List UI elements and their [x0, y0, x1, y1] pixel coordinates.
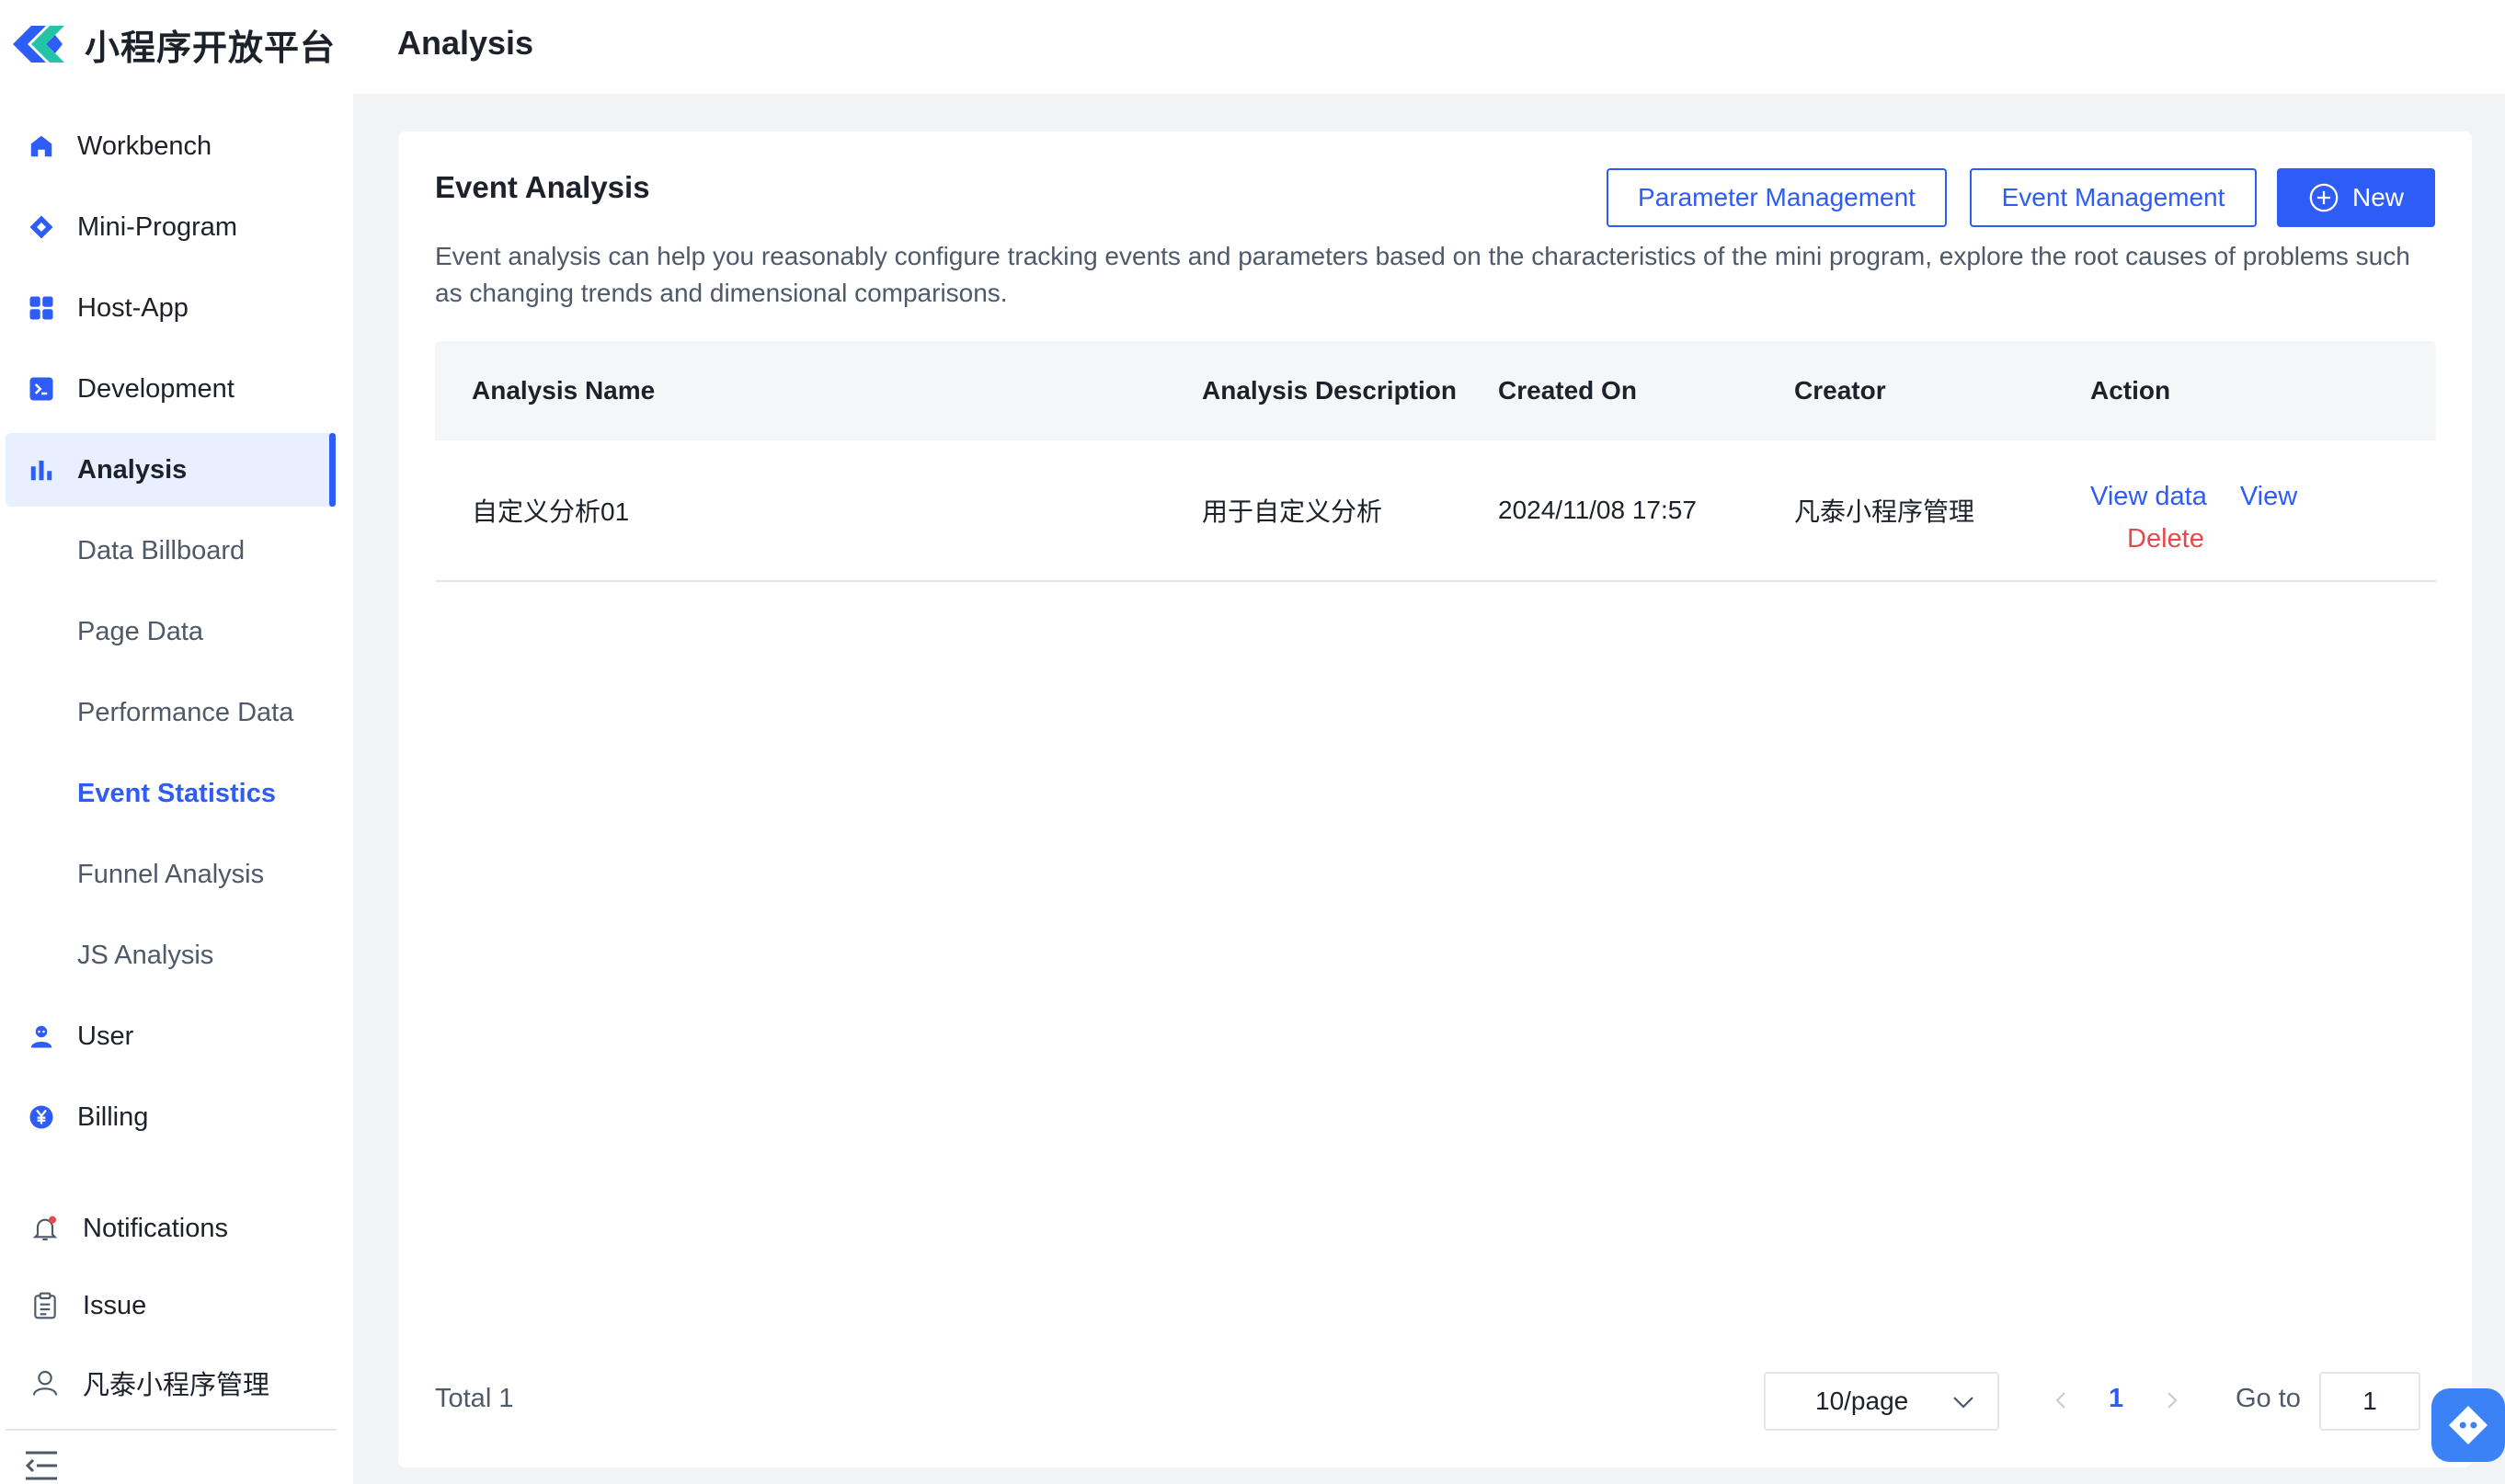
page-number-current[interactable]: 1: [2109, 1384, 2123, 1414]
sidebar-item-account[interactable]: 凡泰小程序管理: [6, 1345, 335, 1421]
sidebar-item-label: 凡泰小程序管理: [83, 1371, 270, 1400]
sidebar-subitem-label: Performance Data: [77, 697, 294, 727]
sidebar-subitem-label: Page Data: [77, 616, 204, 646]
sidebar-item-issue[interactable]: Issue: [6, 1268, 335, 1343]
sidebar-item-label: Development: [77, 373, 234, 404]
delete-link[interactable]: Delete: [2090, 518, 2366, 560]
column-header-description: Analysis Description: [1202, 376, 1457, 405]
sidebar-item-host-app[interactable]: Host-App: [6, 271, 335, 345]
diamond-icon: [26, 211, 57, 243]
sidebar-item-label: Analysis: [77, 454, 188, 485]
sidebar-subitem-label: Funnel Analysis: [77, 859, 265, 889]
sidebar-subitem-performance-data[interactable]: Performance Data: [6, 676, 335, 749]
card-description: Event analysis can help you reasonably c…: [435, 242, 2410, 307]
prev-page-icon[interactable]: [2047, 1384, 2075, 1417]
column-header-created-on: Created On: [1498, 376, 1637, 405]
table-row: 自定义分析01 用于自定义分析 2024/11/08 17:57 凡泰小程序管理…: [435, 440, 2436, 582]
bell-icon: [29, 1213, 61, 1244]
sidebar-item-label: Mini-Program: [77, 211, 238, 242]
chevron-down-icon: [1953, 1397, 1973, 1409]
yen-icon: [26, 1102, 57, 1133]
grid-icon: [26, 292, 57, 324]
sidebar-item-label: Notifications: [83, 1213, 228, 1243]
cell-actions: View data View Delete: [2090, 475, 2366, 560]
sidebar-item-mini-program[interactable]: Mini-Program: [6, 190, 335, 264]
goto-label: Go to: [2236, 1384, 2301, 1413]
page-title: Analysis: [397, 24, 534, 62]
sidebar-bottom: Notifications Issue 凡泰小程序管理: [0, 1189, 353, 1421]
parameter-management-button[interactable]: Parameter Management: [1607, 168, 1947, 227]
new-button[interactable]: New: [2277, 168, 2435, 227]
sidebar-subitem-label: Event Statistics: [77, 778, 276, 808]
page-size-select[interactable]: 10/page: [1764, 1372, 1999, 1431]
sidebar-subitem-data-billboard[interactable]: Data Billboard: [6, 514, 335, 588]
view-data-link[interactable]: View data: [2090, 482, 2207, 511]
cell-creator: 凡泰小程序管理: [1794, 497, 1975, 526]
topbar: Analysis: [353, 0, 2505, 94]
event-analysis-card: Event Analysis Parameter Management Even…: [398, 131, 2472, 1467]
sidebar-item-label: Host-App: [77, 292, 189, 323]
sidebar-item-development[interactable]: Development: [6, 352, 335, 426]
bar-chart-icon: [26, 454, 57, 485]
sidebar-item-user[interactable]: User: [6, 999, 335, 1073]
sidebar-divider: [6, 1429, 337, 1431]
sidebar-nav: Workbench Mini-Program Host-App Developm…: [0, 102, 353, 1154]
event-management-button[interactable]: Event Management: [1970, 168, 2257, 227]
logo-icon: [13, 26, 64, 63]
logo-text: 小程序开放平台: [85, 29, 337, 68]
sidebar-subitem-js-analysis[interactable]: JS Analysis: [6, 919, 335, 992]
goto-page-input[interactable]: [2319, 1372, 2420, 1431]
sidebar-item-label: Workbench: [77, 131, 212, 161]
plus-circle-icon: [2309, 183, 2339, 212]
cell-created-on: 2024/11/08 17:57: [1498, 496, 1697, 524]
collapse-menu-icon[interactable]: [24, 1449, 59, 1482]
analysis-table: Analysis Name Analysis Description Creat…: [435, 341, 2436, 582]
chat-bot-icon: [2449, 1406, 2488, 1444]
home-icon: [26, 131, 57, 162]
sidebar-subitem-event-statistics[interactable]: Event Statistics: [6, 757, 335, 830]
view-link[interactable]: View: [2240, 482, 2297, 511]
new-button-label: New: [2351, 183, 2404, 211]
pagination-total: Total 1: [435, 1384, 514, 1413]
cell-analysis-description: 用于自定义分析: [1202, 497, 1383, 526]
assistant-chat-button[interactable]: [2431, 1388, 2505, 1462]
column-header-name: Analysis Name: [472, 376, 656, 405]
app-root: 小程序开放平台 Workbench Mini-Program Host-App: [0, 0, 2505, 1484]
card-title: Event Analysis: [435, 170, 650, 204]
sidebar-item-notifications[interactable]: Notifications: [6, 1191, 335, 1266]
column-header-creator: Creator: [1794, 376, 1886, 405]
clipboard-icon: [29, 1290, 61, 1321]
user-icon: [26, 1021, 57, 1052]
sidebar-item-label: Billing: [77, 1102, 149, 1132]
sidebar-subitem-label: JS Analysis: [77, 940, 214, 970]
sidebar-subitem-page-data[interactable]: Page Data: [6, 595, 335, 668]
logo[interactable]: 小程序开放平台: [9, 17, 336, 72]
next-page-icon[interactable]: [2158, 1384, 2186, 1417]
sidebar-item-label: User: [77, 1021, 134, 1051]
cell-analysis-name: 自定义分析01: [472, 497, 630, 526]
sidebar-item-analysis[interactable]: Analysis: [6, 433, 336, 507]
column-header-action: Action: [2090, 376, 2171, 405]
sidebar-item-workbench[interactable]: Workbench: [6, 109, 335, 183]
user-outline-icon: [29, 1367, 61, 1398]
terminal-icon: [26, 373, 57, 405]
sidebar-subitem-label: Data Billboard: [77, 535, 246, 565]
sidebar-item-label: Issue: [83, 1290, 147, 1320]
sidebar-item-billing[interactable]: Billing: [6, 1080, 335, 1154]
sidebar-subitem-funnel-analysis[interactable]: Funnel Analysis: [6, 838, 335, 911]
sidebar: 小程序开放平台 Workbench Mini-Program Host-App: [0, 0, 353, 1484]
page-size-value: 10/page: [1815, 1387, 1909, 1415]
table-header: Analysis Name Analysis Description Creat…: [435, 341, 2436, 440]
